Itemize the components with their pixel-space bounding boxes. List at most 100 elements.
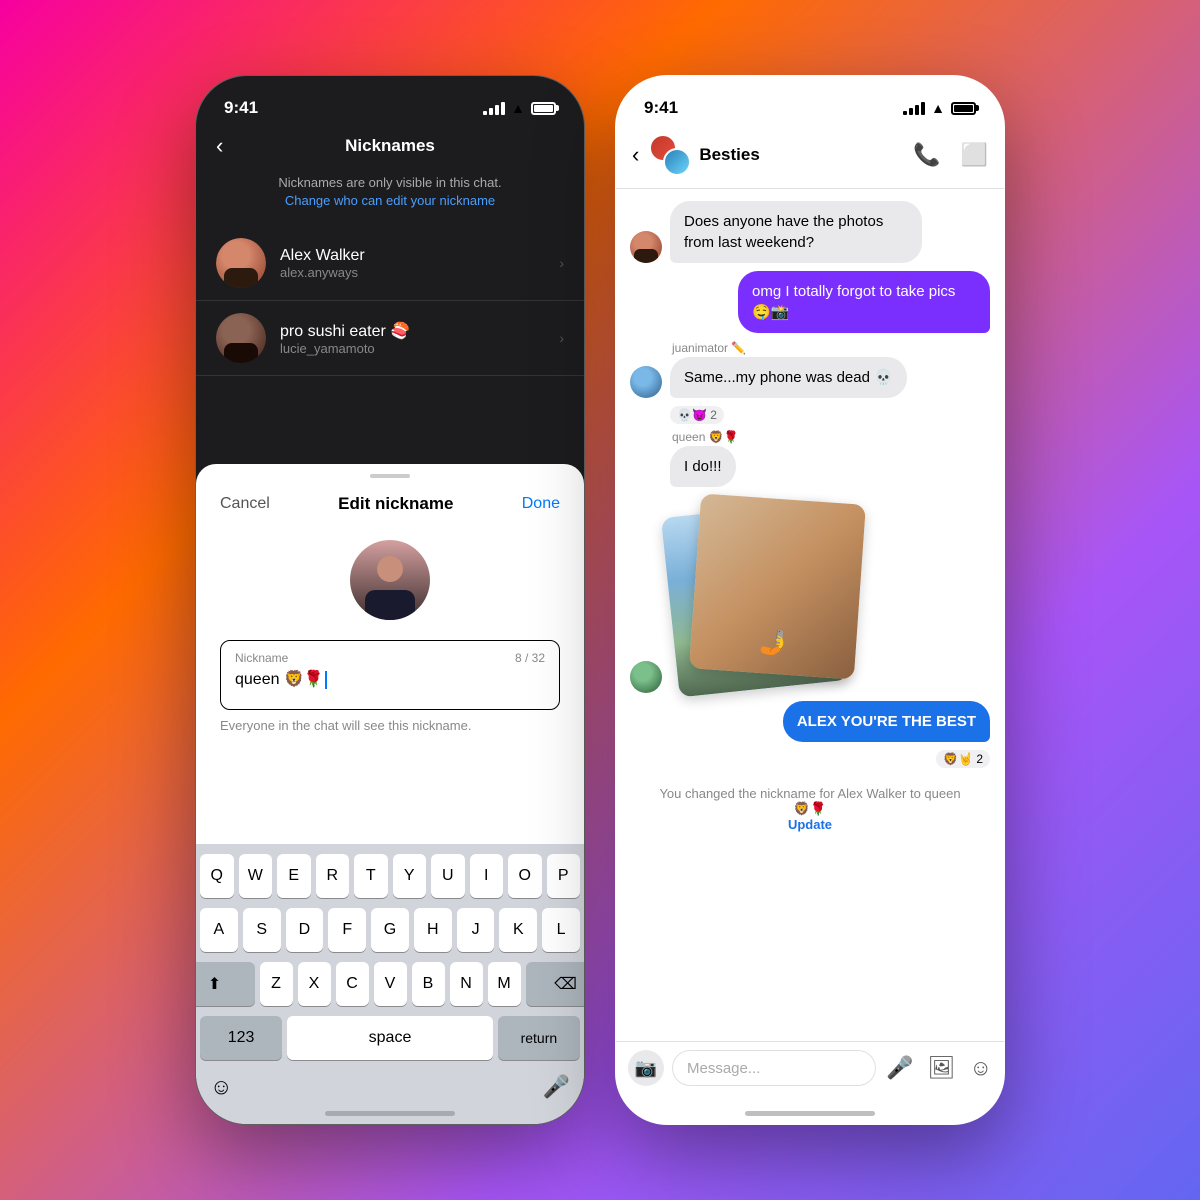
sheet-avatar	[350, 540, 430, 620]
home-bar-2	[745, 1111, 875, 1116]
chat-header: ‹ Besties 📞 ⬜	[616, 126, 1004, 189]
msg-avatar-1	[630, 231, 662, 263]
key-backspace[interactable]: ⌫	[526, 962, 586, 1006]
key-t[interactable]: T	[354, 854, 388, 898]
sender-name-label-queen: queen 🦁🌹	[672, 430, 990, 444]
bubble: Same...my phone was dead 💀	[670, 357, 907, 398]
key-p[interactable]: P	[547, 854, 581, 898]
key-u[interactable]: U	[431, 854, 465, 898]
key-b[interactable]: B	[412, 962, 445, 1006]
contact-name-lucie: pro sushi eater 🍣	[280, 321, 559, 341]
key-s[interactable]: S	[243, 908, 281, 952]
chevron-icon-alex: ›	[559, 255, 564, 271]
nickname-input-box[interactable]: Nickname 8 / 32 queen 🦁🌹	[220, 640, 560, 710]
reaction-pill[interactable]: 💀😈 2	[670, 406, 724, 424]
bubble: ALEX YOU'RE THE BEST	[783, 701, 990, 742]
phone-nicknames: 9:41 ▲ ‹ Nicknames Nicknames are o	[195, 75, 585, 1125]
key-space[interactable]: space	[287, 1016, 493, 1060]
msg-avatar-3	[630, 661, 662, 693]
reaction-row: 💀😈 2	[670, 406, 990, 424]
sticker-button[interactable]: ☺	[970, 1055, 992, 1081]
video-call-button[interactable]: ⬜	[961, 142, 988, 168]
mic-key[interactable]: 🎤	[543, 1074, 570, 1100]
message-row: I do!!!	[630, 446, 990, 487]
key-c[interactable]: C	[336, 962, 369, 1006]
key-i[interactable]: I	[470, 854, 504, 898]
nickname-hint: Everyone in the chat will see this nickn…	[196, 710, 584, 741]
photo-stack: 🧍 🤳	[670, 499, 870, 689]
key-g[interactable]: G	[371, 908, 409, 952]
key-d[interactable]: D	[286, 908, 324, 952]
key-f[interactable]: F	[328, 908, 366, 952]
cancel-button[interactable]: Cancel	[220, 495, 270, 513]
chat-avatar-group	[649, 134, 691, 176]
status-bar-2: 9:41 ▲	[616, 76, 1004, 126]
nickname-input-value[interactable]: queen 🦁🌹	[235, 669, 545, 689]
emoji-key[interactable]: ☺	[210, 1074, 232, 1100]
update-link[interactable]: Update	[788, 817, 832, 832]
key-j[interactable]: J	[457, 908, 495, 952]
list-item[interactable]: pro sushi eater 🍣 lucie_yamamoto ›	[196, 301, 584, 376]
done-button[interactable]: Done	[522, 495, 560, 513]
status-icons-2: ▲	[903, 100, 976, 116]
keyboard: Q W E R T Y U I O P A S D	[196, 844, 584, 1124]
key-e[interactable]: E	[277, 854, 311, 898]
bubble: I do!!!	[670, 446, 736, 487]
key-h[interactable]: H	[414, 908, 452, 952]
chat-avatar-2	[663, 148, 691, 176]
key-z[interactable]: Z	[260, 962, 293, 1006]
sheet-avatar-container	[196, 530, 584, 640]
phone-chat: 9:41 ▲ ‹ Besties	[615, 75, 1005, 1125]
bubble: Does anyone have the photos from last we…	[670, 201, 922, 263]
key-m[interactable]: M	[488, 962, 521, 1006]
signal-icon-1	[483, 102, 505, 115]
message-row: omg I totally forgot to take pics 🤤📸	[630, 271, 990, 333]
list-item[interactable]: Alex Walker alex.anyways ›	[196, 226, 584, 301]
phone-call-button[interactable]: 📞	[913, 142, 940, 168]
message-row: ALEX YOU'RE THE BEST	[630, 701, 990, 742]
nicknames-title: Nicknames	[345, 136, 435, 156]
keyboard-row-1: Q W E R T Y U I O P	[200, 854, 580, 898]
char-count: 8 / 32	[515, 651, 545, 665]
gallery-button[interactable]: 🖼	[928, 1055, 956, 1081]
messages-area: Does anyone have the photos from last we…	[616, 189, 1004, 1124]
signal-icon-2	[903, 102, 925, 115]
back-button-1[interactable]: ‹	[216, 133, 223, 159]
contact-username-lucie: lucie_yamamoto	[280, 341, 559, 356]
message-row: Same...my phone was dead 💀	[630, 357, 990, 398]
contact-username-alex: alex.anyways	[280, 265, 559, 280]
key-v[interactable]: V	[374, 962, 407, 1006]
time-2: 9:41	[644, 98, 678, 118]
sheet-header: Cancel Edit nickname Done	[196, 478, 584, 530]
battery-icon-2	[951, 102, 976, 115]
key-x[interactable]: X	[298, 962, 331, 1006]
mic-button[interactable]: 🎤	[886, 1055, 913, 1081]
keyboard-row-3: ⬆ Z X C V B N M ⌫	[200, 962, 580, 1006]
key-123[interactable]: 123	[200, 1016, 282, 1060]
chat-actions: 📞 ⬜	[913, 142, 988, 168]
back-button-2[interactable]: ‹	[632, 142, 639, 168]
message-input[interactable]: Message...	[672, 1050, 876, 1086]
key-q[interactable]: Q	[200, 854, 234, 898]
key-o[interactable]: O	[508, 854, 542, 898]
key-return[interactable]: return	[498, 1016, 580, 1060]
message-row: Does anyone have the photos from last we…	[630, 201, 990, 263]
keyboard-row-4: 123 space return	[200, 1016, 580, 1060]
key-n[interactable]: N	[450, 962, 483, 1006]
key-y[interactable]: Y	[393, 854, 427, 898]
key-shift[interactable]: ⬆	[195, 962, 255, 1006]
key-l[interactable]: L	[542, 908, 580, 952]
key-a[interactable]: A	[200, 908, 238, 952]
photo-message-row: 🧍 🤳	[630, 495, 990, 693]
key-k[interactable]: K	[499, 908, 537, 952]
change-nickname-link[interactable]: Change who can edit your nickname	[285, 193, 495, 208]
camera-button[interactable]: 📷	[628, 1050, 664, 1086]
key-r[interactable]: R	[316, 854, 350, 898]
wifi-icon-2: ▲	[931, 100, 945, 116]
key-w[interactable]: W	[239, 854, 273, 898]
nicknames-header: ‹ Nicknames	[196, 126, 584, 166]
reaction-pill-2[interactable]: 🦁🤘 2	[936, 750, 990, 768]
home-bar-1	[325, 1111, 455, 1116]
contact-name-alex: Alex Walker	[280, 247, 559, 265]
edit-nickname-sheet: Cancel Edit nickname Done Nickname 8 / 3…	[196, 464, 584, 1124]
